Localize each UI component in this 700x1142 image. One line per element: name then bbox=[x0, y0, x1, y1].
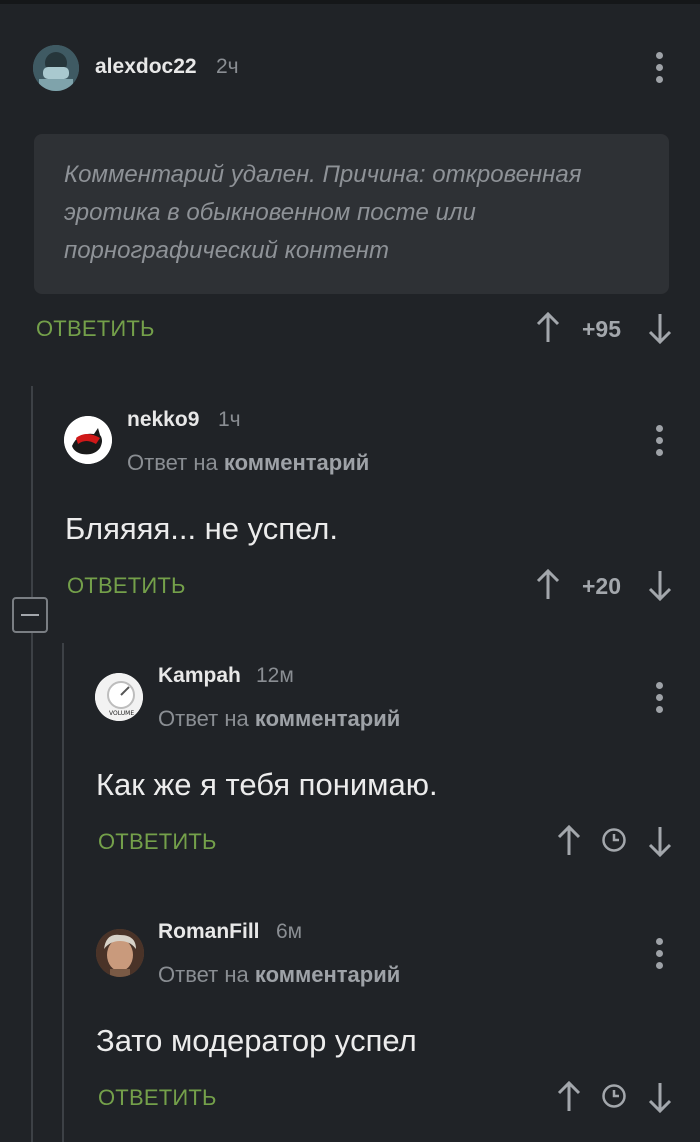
upvote-arrow-icon[interactable] bbox=[557, 825, 581, 857]
more-options-icon[interactable] bbox=[656, 938, 664, 974]
deleted-comment-box: Комментарий удален. Причина: откровенная… bbox=[34, 134, 669, 294]
reply-button[interactable]: ОТВЕТИТЬ bbox=[98, 829, 217, 855]
comment-text: Как же я тебя понимаю. bbox=[96, 767, 438, 802]
reply-to-link[interactable]: комментарий bbox=[255, 962, 400, 987]
person-avatar-image bbox=[96, 929, 144, 977]
timestamp: 12м bbox=[256, 664, 294, 687]
reply-to-line: Ответ на комментарий bbox=[158, 706, 400, 732]
more-options-icon[interactable] bbox=[656, 52, 664, 88]
avatar-label: VOLUME bbox=[109, 710, 134, 717]
reply-to-prefix: Ответ на bbox=[158, 706, 249, 731]
avatar[interactable]: VOLUME bbox=[95, 673, 143, 721]
reply-to-line: Ответ на комментарий bbox=[127, 450, 369, 476]
reply-button[interactable]: ОТВЕТИТЬ bbox=[98, 1085, 217, 1111]
rating: +20 bbox=[582, 573, 622, 599]
reply-to-link[interactable]: комментарий bbox=[255, 706, 400, 731]
avatar[interactable] bbox=[96, 929, 144, 977]
volume-knob-avatar-image: VOLUME bbox=[95, 673, 143, 721]
username[interactable]: alexdoc22 bbox=[95, 55, 197, 79]
username[interactable]: Kampah bbox=[158, 664, 241, 688]
comment-text: Бляяяя... не успел. bbox=[65, 511, 339, 546]
reply-to-prefix: Ответ на bbox=[158, 962, 249, 987]
more-options-icon[interactable] bbox=[656, 682, 664, 718]
deleted-comment-text: Комментарий удален. Причина: откровенная… bbox=[64, 161, 582, 264]
reply-to-prefix: Ответ на bbox=[127, 450, 218, 475]
top-bar bbox=[0, 0, 700, 4]
avatar[interactable] bbox=[33, 45, 79, 91]
thread-line-level-1 bbox=[31, 386, 33, 1142]
cat-avatar-image bbox=[64, 416, 112, 464]
thread-line-level-2 bbox=[62, 643, 64, 1142]
comment-text: Зато модератор успел bbox=[96, 1023, 417, 1058]
clock-icon bbox=[602, 828, 626, 852]
downvote-arrow-icon[interactable] bbox=[648, 825, 672, 857]
timestamp: 2ч bbox=[216, 55, 239, 78]
collapse-thread-button[interactable] bbox=[12, 597, 48, 633]
reply-button[interactable]: ОТВЕТИТЬ bbox=[67, 573, 186, 599]
clock-icon bbox=[602, 1084, 626, 1108]
avatar-image bbox=[33, 45, 79, 91]
timestamp: 1ч bbox=[218, 408, 241, 431]
upvote-arrow-icon[interactable] bbox=[536, 312, 560, 344]
upvote-arrow-icon[interactable] bbox=[557, 1081, 581, 1113]
timestamp: 6м bbox=[276, 920, 303, 943]
reply-to-line: Ответ на комментарий bbox=[158, 962, 400, 988]
username[interactable]: RomanFill bbox=[158, 920, 260, 944]
avatar[interactable] bbox=[64, 416, 112, 464]
downvote-arrow-icon[interactable] bbox=[648, 569, 672, 601]
reply-to-link[interactable]: комментарий bbox=[224, 450, 369, 475]
downvote-arrow-icon[interactable] bbox=[648, 312, 672, 344]
downvote-arrow-icon[interactable] bbox=[648, 1081, 672, 1113]
upvote-arrow-icon[interactable] bbox=[536, 569, 560, 601]
more-options-icon[interactable] bbox=[656, 425, 664, 461]
reply-button[interactable]: ОТВЕТИТЬ bbox=[36, 316, 155, 342]
minus-icon bbox=[21, 614, 39, 616]
rating: +95 bbox=[582, 316, 622, 342]
username[interactable]: nekko9 bbox=[127, 408, 199, 432]
